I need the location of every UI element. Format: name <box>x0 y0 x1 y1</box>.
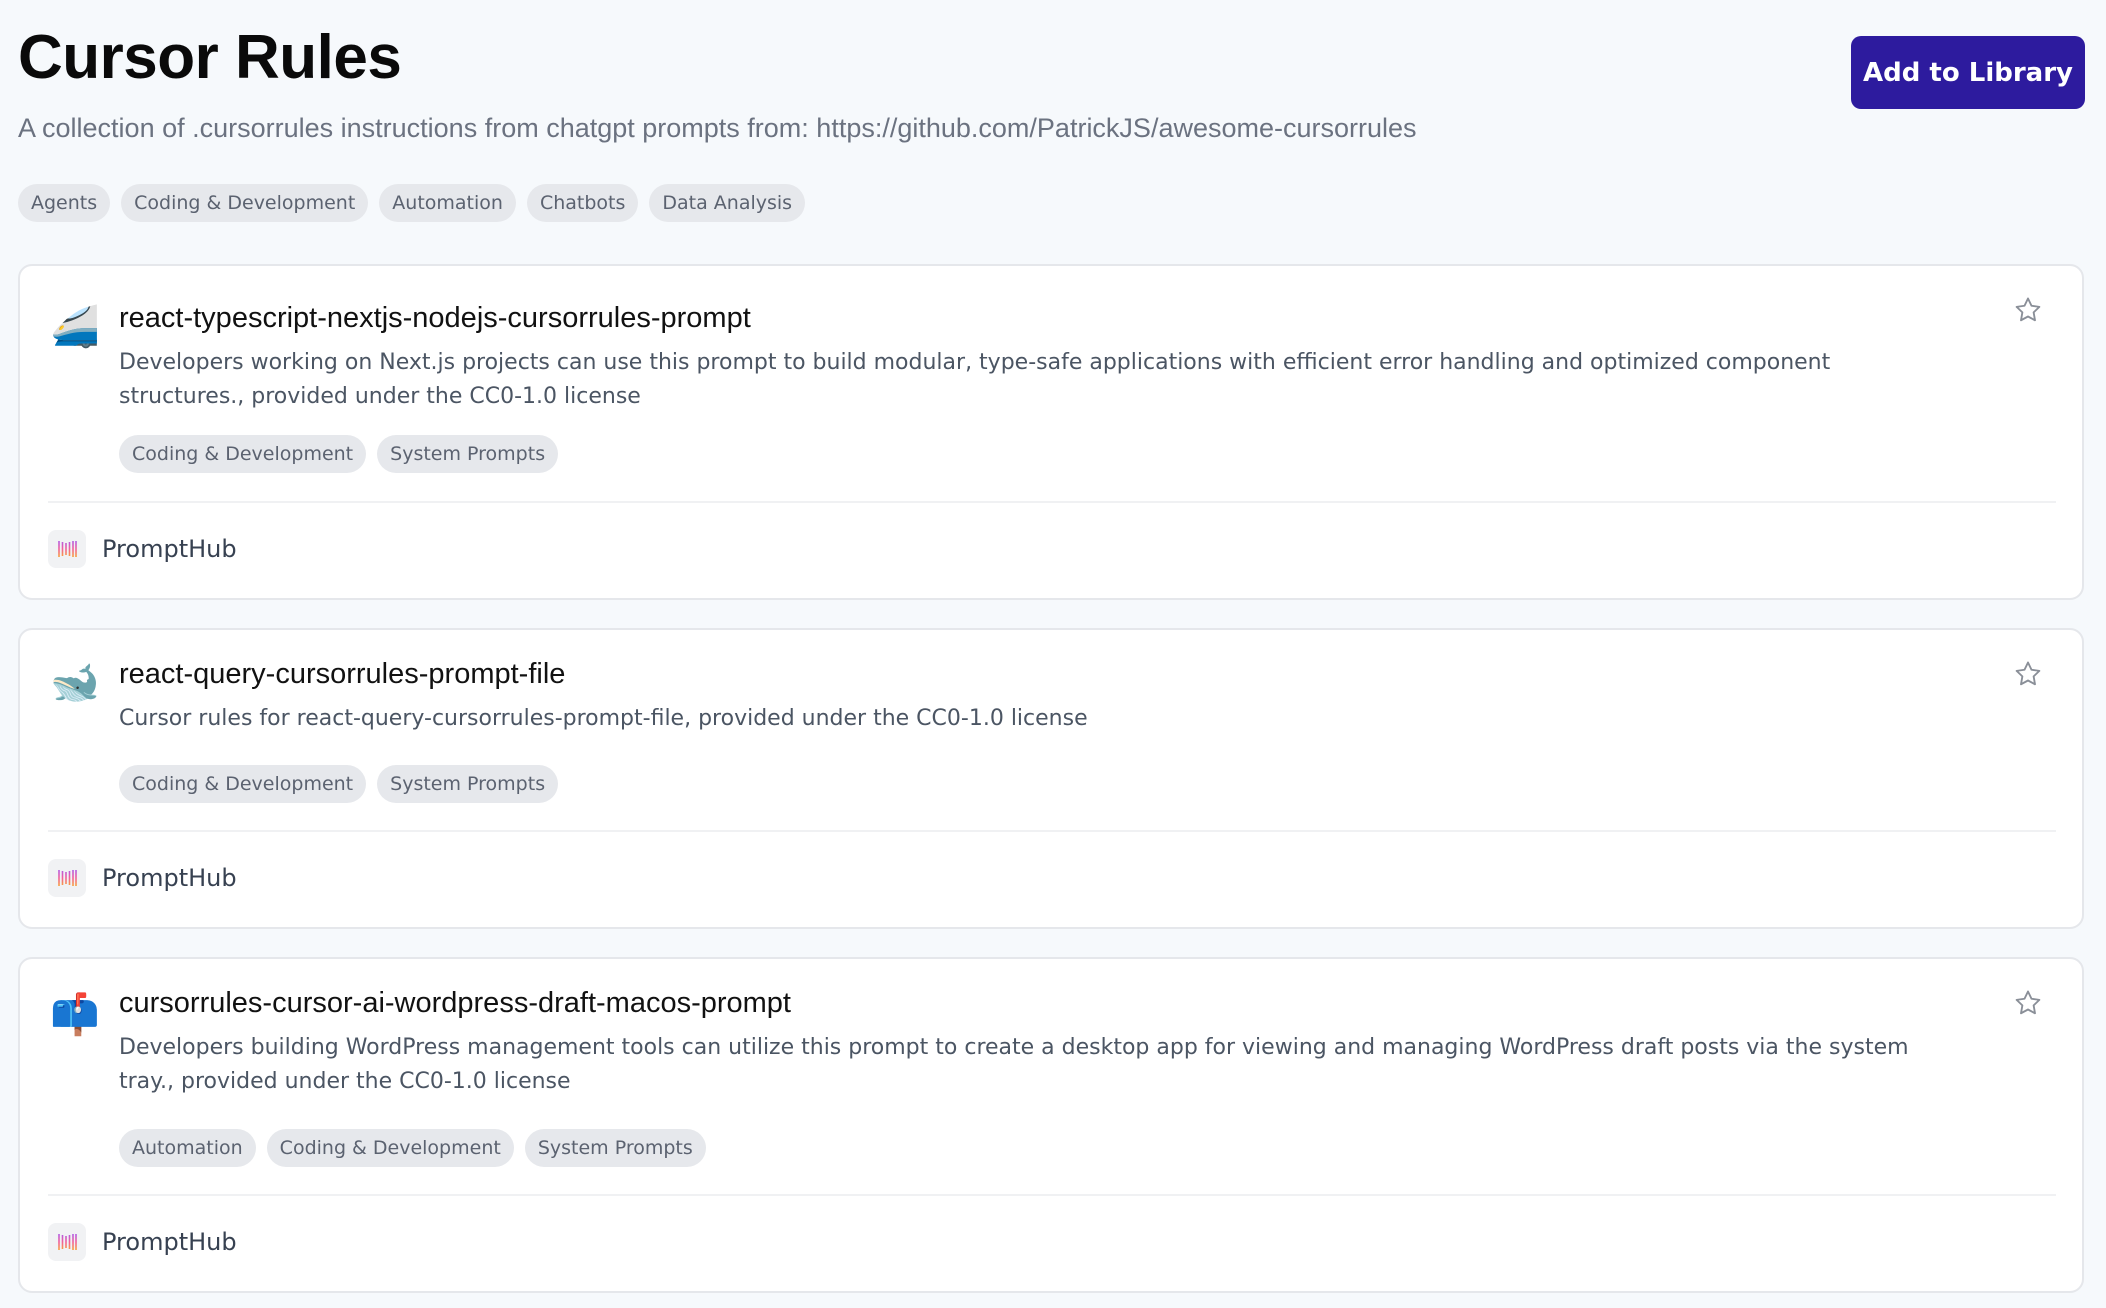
category-filter-tags: Agents Coding & Development Automation C… <box>18 184 806 222</box>
prompt-tag[interactable]: Automation <box>119 1129 256 1167</box>
filter-tag-automation[interactable]: Automation <box>379 184 516 222</box>
filter-tag-coding-development[interactable]: Coding & Development <box>121 184 369 222</box>
prompt-card[interactable]: 🐋 react-query-cursorrules-prompt-file Cu… <box>18 628 2084 929</box>
prompt-card[interactable]: 🚄 react-typescript-nextjs-nodejs-cursorr… <box>18 264 2084 600</box>
prompt-tag[interactable]: Coding & Development <box>119 765 367 803</box>
high-speed-train-icon: 🚄 <box>50 305 100 349</box>
prompt-card[interactable]: 📫 cursorrules-cursor-ai-wordpress-draft-… <box>18 957 2084 1293</box>
prompt-description: Developers working on Next.js projects c… <box>119 350 1831 409</box>
prompthub-logo-icon <box>48 530 86 568</box>
prompt-tags: Automation Coding & Development System P… <box>119 1129 706 1167</box>
mailbox-icon: 📫 <box>50 993 100 1037</box>
card-divider <box>48 501 2056 503</box>
prompt-tag[interactable]: System Prompts <box>377 765 559 803</box>
favorite-button[interactable] <box>2012 987 2044 1019</box>
source-name: PromptHub <box>102 535 237 563</box>
filter-tag-chatbots[interactable]: Chatbots <box>526 184 639 222</box>
page-subtitle: A collection of .cursorrules instruction… <box>18 113 1417 143</box>
prompthub-logo-icon <box>48 859 86 897</box>
prompt-tag[interactable]: Coding & Development <box>266 1129 514 1167</box>
source-name: PromptHub <box>102 864 237 892</box>
whale-icon: 🐋 <box>50 661 100 705</box>
page: Cursor Rules A collection of .cursorrule… <box>0 0 2106 1308</box>
favorite-button[interactable] <box>2012 658 2044 690</box>
prompt-tag[interactable]: System Prompts <box>377 435 559 473</box>
prompt-tag[interactable]: Coding & Development <box>119 435 367 473</box>
prompt-title[interactable]: react-query-cursorrules-prompt-file <box>119 656 565 692</box>
prompt-description: Cursor rules for react-query-cursorrules… <box>119 706 1088 731</box>
star-outline-icon <box>2015 661 2041 686</box>
card-divider <box>48 1194 2056 1196</box>
source-link[interactable]: PromptHub <box>48 1223 237 1261</box>
card-divider <box>48 830 2056 832</box>
source-link[interactable]: PromptHub <box>48 530 237 568</box>
favorite-button[interactable] <box>2012 294 2044 326</box>
filter-tag-data-analysis[interactable]: Data Analysis <box>649 184 806 222</box>
add-to-library-button[interactable]: Add to Library <box>1851 36 2085 109</box>
prompt-title[interactable]: cursorrules-cursor-ai-wordpress-draft-ma… <box>119 985 791 1021</box>
star-outline-icon <box>2015 990 2041 1015</box>
prompthub-logo-icon <box>48 1223 86 1261</box>
prompt-tag[interactable]: System Prompts <box>524 1129 706 1167</box>
filter-tag-agents[interactable]: Agents <box>18 184 111 222</box>
prompt-description: Developers building WordPress management… <box>119 1035 1909 1094</box>
prompt-tags: Coding & Development System Prompts <box>119 765 559 803</box>
prompt-title[interactable]: react-typescript-nextjs-nodejs-cursorrul… <box>119 300 751 336</box>
source-link[interactable]: PromptHub <box>48 859 237 897</box>
source-name: PromptHub <box>102 1228 237 1256</box>
prompt-tags: Coding & Development System Prompts <box>119 435 559 473</box>
page-title: Cursor Rules <box>18 23 402 92</box>
star-outline-icon <box>2015 297 2041 322</box>
